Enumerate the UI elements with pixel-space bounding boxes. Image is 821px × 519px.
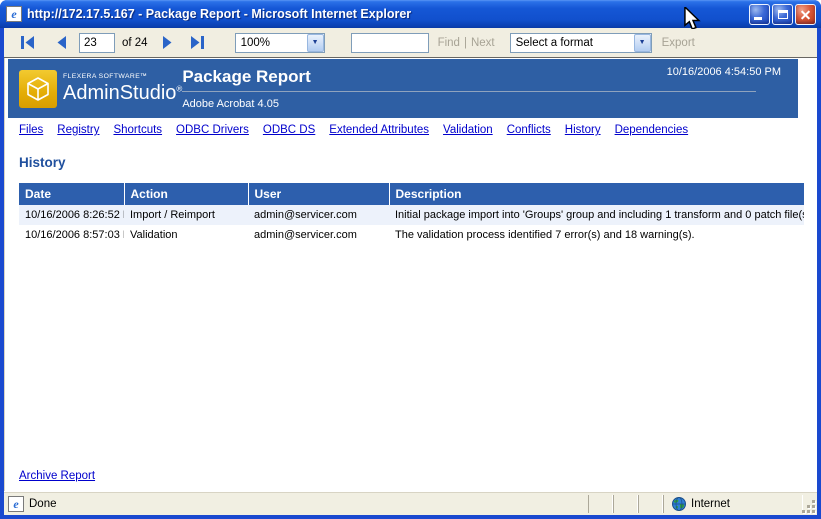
cell-description: The validation process identified 7 erro…	[389, 225, 804, 245]
cell-user: admin@servicer.com	[248, 225, 389, 245]
next-page-icon	[162, 36, 172, 49]
nav-link-validation[interactable]: Validation	[443, 124, 493, 136]
report-page: FLEXERA SOFTWARE™ AdminStudio® Package R…	[4, 58, 817, 491]
report-timestamp: 10/16/2006 4:54:50 PM	[667, 66, 781, 78]
window-title: http://172.17.5.167 - Package Report - M…	[27, 7, 749, 21]
nav-link-shortcuts[interactable]: Shortcuts	[113, 124, 162, 136]
security-zone-label: Internet	[691, 498, 730, 510]
column-header-action: Action	[124, 183, 248, 205]
close-button[interactable]	[795, 4, 816, 25]
nav-link-extended-attributes[interactable]: Extended Attributes	[329, 124, 429, 136]
report-section-nav: Files Registry Shortcuts ODBC Drivers OD…	[19, 124, 817, 136]
brand-text: FLEXERA SOFTWARE™ AdminStudio®	[63, 74, 182, 103]
status-pane-empty	[613, 495, 638, 513]
cell-action: Import / Reimport	[124, 205, 248, 225]
find-text-input[interactable]	[351, 33, 429, 53]
nav-link-registry[interactable]: Registry	[57, 124, 99, 136]
maximize-button[interactable]	[772, 4, 793, 25]
zoom-value: 100%	[236, 37, 307, 49]
cell-user: admin@servicer.com	[248, 205, 389, 225]
minimize-button[interactable]	[749, 4, 770, 25]
nav-link-history[interactable]: History	[565, 124, 601, 136]
maximize-icon	[778, 10, 788, 19]
last-page-button[interactable]	[188, 34, 207, 51]
internet-explorer-icon: e	[6, 6, 22, 22]
table-row: 10/16/2006 8:26:52 PM Import / Reimport …	[19, 205, 804, 225]
mouse-cursor	[683, 7, 703, 29]
find-next-separator: |	[464, 37, 467, 49]
nav-link-odbc-ds[interactable]: ODBC DS	[263, 124, 315, 136]
archive-report-container: Archive Report	[19, 466, 95, 484]
package-name: Adobe Acrobat 4.05	[182, 98, 798, 110]
nav-link-files[interactable]: Files	[19, 124, 43, 136]
section-heading-history: History	[19, 155, 817, 170]
history-table-header-row: Date Action User Description	[19, 183, 804, 205]
first-page-icon	[20, 36, 35, 49]
cell-date: 10/16/2006 8:57:03 PM	[19, 225, 124, 245]
next-result-button[interactable]: Next	[471, 37, 495, 49]
resize-grip[interactable]	[803, 493, 817, 515]
flexera-software-label: FLEXERA SOFTWARE™	[63, 74, 182, 81]
status-pane-empty	[588, 495, 613, 513]
page-count-label: of 24	[122, 37, 148, 49]
last-page-icon	[190, 36, 205, 49]
column-header-description: Description	[389, 183, 804, 205]
status-bar: e Done Internet	[4, 491, 817, 515]
report-header: FLEXERA SOFTWARE™ AdminStudio® Package R…	[8, 59, 798, 118]
ie-page-icon: e	[8, 496, 24, 512]
zoom-select[interactable]: 100% ▼	[235, 33, 325, 53]
brand-block: FLEXERA SOFTWARE™ AdminStudio®	[8, 59, 182, 118]
cell-action: Validation	[124, 225, 248, 245]
nav-link-odbc-drivers[interactable]: ODBC Drivers	[176, 124, 249, 136]
status-pane-empty	[638, 495, 663, 513]
chevron-down-icon[interactable]: ▼	[634, 34, 651, 52]
cell-date: 10/16/2006 8:26:52 PM	[19, 205, 124, 225]
nav-link-dependencies[interactable]: Dependencies	[615, 124, 689, 136]
history-table: Date Action User Description 10/16/2006 …	[19, 183, 804, 245]
report-toolbar: of 24 100% ▼ Find | Next Select a format…	[4, 28, 817, 58]
previous-page-button[interactable]	[55, 34, 69, 51]
archive-report-link[interactable]: Archive Report	[19, 470, 95, 482]
adminstudio-logo-icon	[19, 70, 57, 108]
status-pane-zone: Internet	[663, 495, 803, 513]
adminstudio-label: AdminStudio®	[63, 83, 182, 103]
browser-client-area: of 24 100% ▼ Find | Next Select a format…	[4, 28, 817, 515]
cell-description: Initial package import into 'Groups' gro…	[389, 205, 804, 225]
next-page-button[interactable]	[160, 34, 174, 51]
export-format-select[interactable]: Select a format ▼	[510, 33, 652, 53]
chevron-down-icon[interactable]: ▼	[307, 34, 324, 52]
cube-icon	[25, 76, 51, 102]
internet-globe-icon	[672, 497, 686, 511]
browser-window: e http://172.17.5.167 - Package Report -…	[0, 0, 821, 519]
nav-link-conflicts[interactable]: Conflicts	[507, 124, 551, 136]
status-pane-main: e Done	[4, 496, 588, 512]
status-text: Done	[29, 498, 57, 510]
column-header-date: Date	[19, 183, 124, 205]
page-number-input[interactable]	[79, 33, 115, 53]
previous-page-icon	[57, 36, 67, 49]
find-button[interactable]: Find	[438, 37, 460, 49]
header-divider	[182, 91, 756, 92]
table-row: 10/16/2006 8:57:03 PM Validation admin@s…	[19, 225, 804, 245]
column-header-user: User	[248, 183, 389, 205]
minimize-icon	[754, 17, 762, 20]
export-format-value: Select a format	[511, 37, 634, 49]
first-page-button[interactable]	[18, 34, 37, 51]
export-button[interactable]: Export	[662, 37, 695, 49]
